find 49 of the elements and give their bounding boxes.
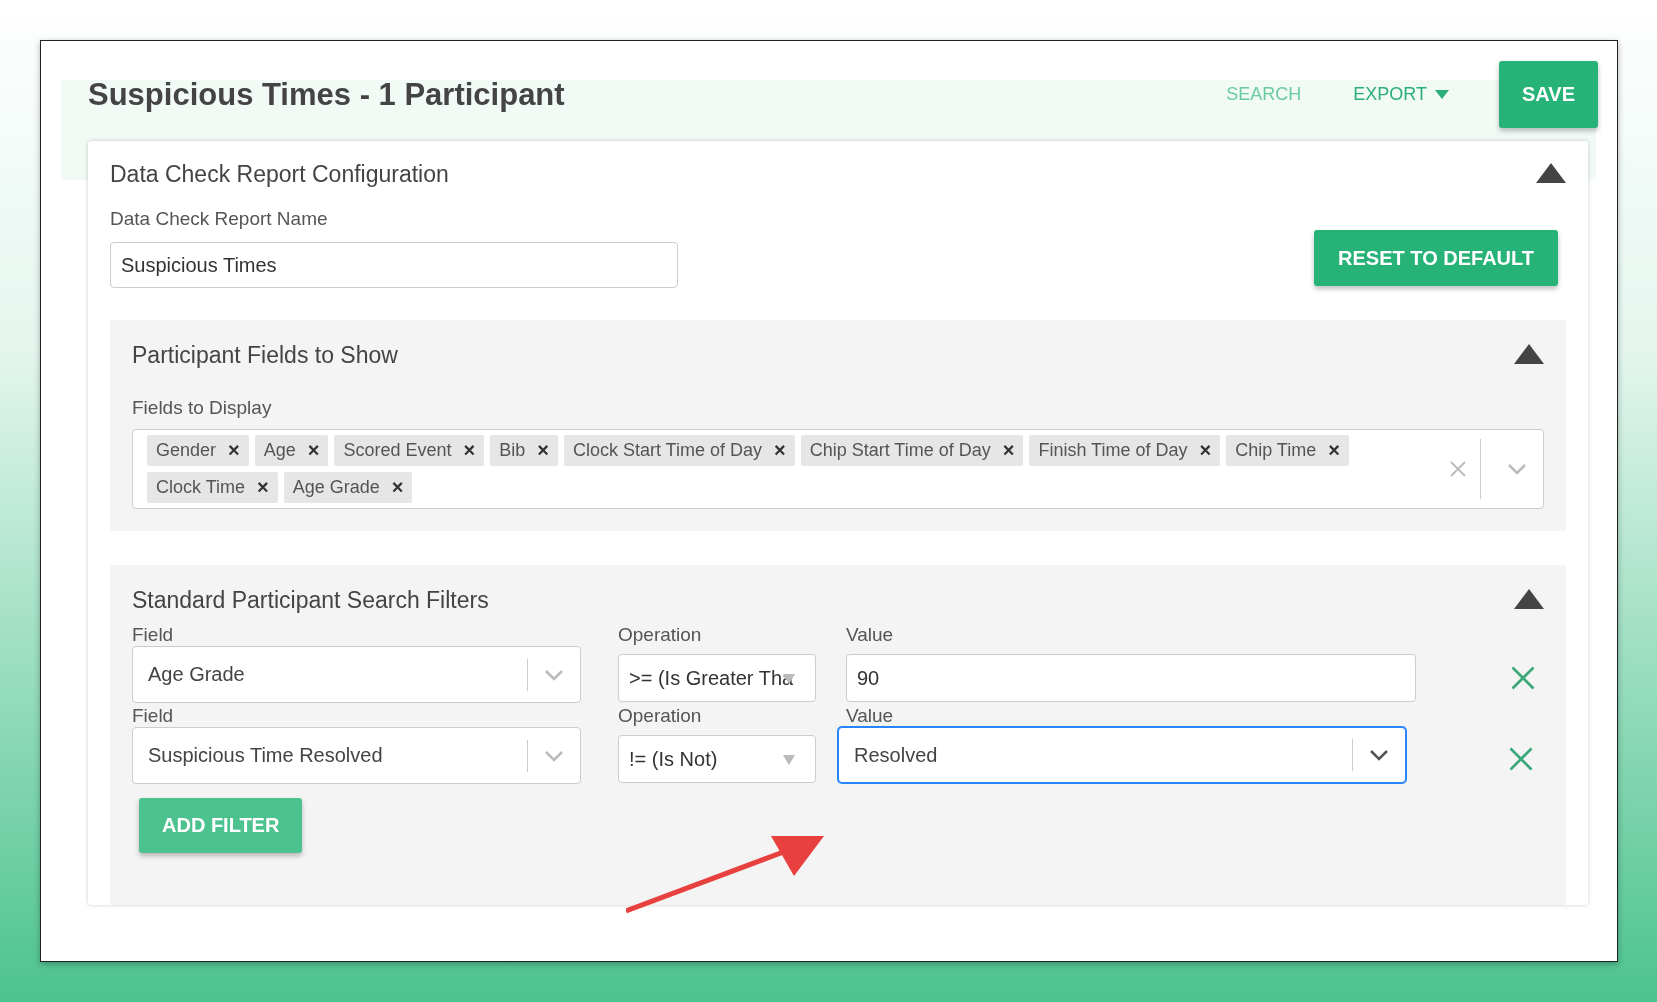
value-field[interactable]: 90 xyxy=(846,654,1416,702)
field-tag: Finish Time of Day × xyxy=(1029,435,1221,466)
field-select[interactable]: Age Grade xyxy=(132,646,581,703)
caret-icon xyxy=(783,755,795,765)
field-tag: Scored Event × xyxy=(334,435,485,466)
value-select[interactable]: Resolved xyxy=(838,727,1406,783)
remove-tag-button[interactable]: × xyxy=(379,476,413,499)
field-label: Field xyxy=(132,705,175,727)
field-tag: Age × xyxy=(254,435,329,466)
field-select[interactable]: Suspicious Time Resolved xyxy=(132,727,581,784)
remove-tag-button[interactable]: × xyxy=(990,439,1024,462)
remove-tag-button[interactable]: × xyxy=(1187,439,1221,462)
field-label: Value xyxy=(846,705,895,727)
remove-filter-icon[interactable] xyxy=(1511,666,1535,690)
field-tag: Bib × xyxy=(490,435,558,466)
operation-select[interactable]: != (Is Not) xyxy=(618,735,816,783)
field-label: Field xyxy=(132,624,175,646)
fields-multiselect[interactable]: Gender × Age × Scored Event × Bib × Clock Start Time of Day × Chip Start Time of Day × Finish Time of Day × Chip Time × Clock Time × Age Grade × xyxy=(132,429,1544,509)
field-label: Fields to Display xyxy=(132,397,273,419)
field-label: Data Check Report Name xyxy=(110,208,329,230)
section-title: Participant Fields to Show xyxy=(132,342,398,369)
caret-icon xyxy=(783,674,795,684)
remove-filter-icon[interactable] xyxy=(1509,747,1533,771)
collapse-icon[interactable] xyxy=(1514,587,1544,610)
field-label: Value xyxy=(846,624,895,646)
field-tag: Gender × xyxy=(147,435,249,466)
remove-tag-button[interactable]: × xyxy=(245,476,278,499)
remove-tag-button[interactable]: × xyxy=(525,439,558,462)
section-title: Data Check Report Configuration xyxy=(110,161,449,188)
remove-tag-button[interactable]: × xyxy=(761,439,795,462)
field-label: Operation xyxy=(618,705,703,727)
field-tag: Chip Time × xyxy=(1226,435,1349,466)
chevron-down-icon[interactable] xyxy=(1369,749,1389,761)
collapse-icon[interactable] xyxy=(1514,342,1544,365)
clear-icon[interactable] xyxy=(1450,461,1466,477)
caret-icon xyxy=(1435,90,1449,99)
remove-tag-button[interactable]: × xyxy=(451,439,485,462)
field-tag: Clock Time × xyxy=(147,472,278,503)
field-tag: Clock Start Time of Day × xyxy=(563,435,795,466)
section-title: Standard Participant Search Filters xyxy=(132,587,489,614)
remove-tag-button[interactable]: × xyxy=(295,439,329,462)
page-title: Suspicious Times - 1 Participant xyxy=(88,76,566,113)
report-name-field[interactable]: Suspicious Times xyxy=(110,242,678,288)
remove-tag-button[interactable]: × xyxy=(1316,439,1349,462)
field-label: Operation xyxy=(618,624,703,646)
field-tag: Chip Start Time of Day × xyxy=(800,435,1024,466)
field-tag: Age Grade × xyxy=(283,472,413,503)
remove-tag-button[interactable]: × xyxy=(216,439,249,462)
collapse-icon[interactable] xyxy=(1536,161,1566,184)
